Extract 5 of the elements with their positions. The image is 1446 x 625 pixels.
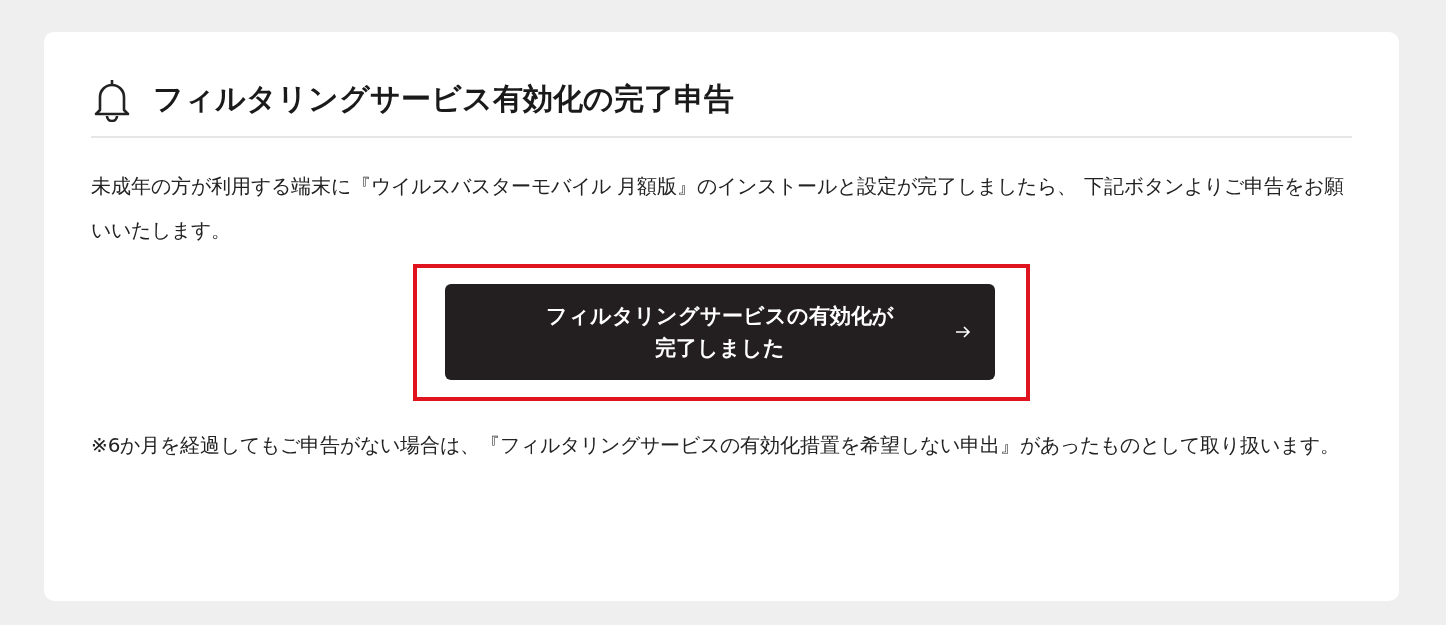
description-text: 未成年の方が利用する端末に『ウイルスバスターモバイル 月額版』のインストールと設定が完了しましたら、 下記ボタンよりご申告をお願いいたします。 bbox=[91, 173, 1345, 244]
note-text: ※6か月を経過してもご申告がない場合は、『フィルタリングサービスの有効化措置を希望しない申出』があったものとして取り扱います。 bbox=[91, 432, 1342, 459]
complete-button[interactable]: フィルタリングサービスの有効化が 完了しました bbox=[445, 284, 995, 380]
section-title: フィルタリングサービス有効化の完了申告 bbox=[153, 79, 734, 118]
arrow-icon bbox=[955, 324, 971, 340]
